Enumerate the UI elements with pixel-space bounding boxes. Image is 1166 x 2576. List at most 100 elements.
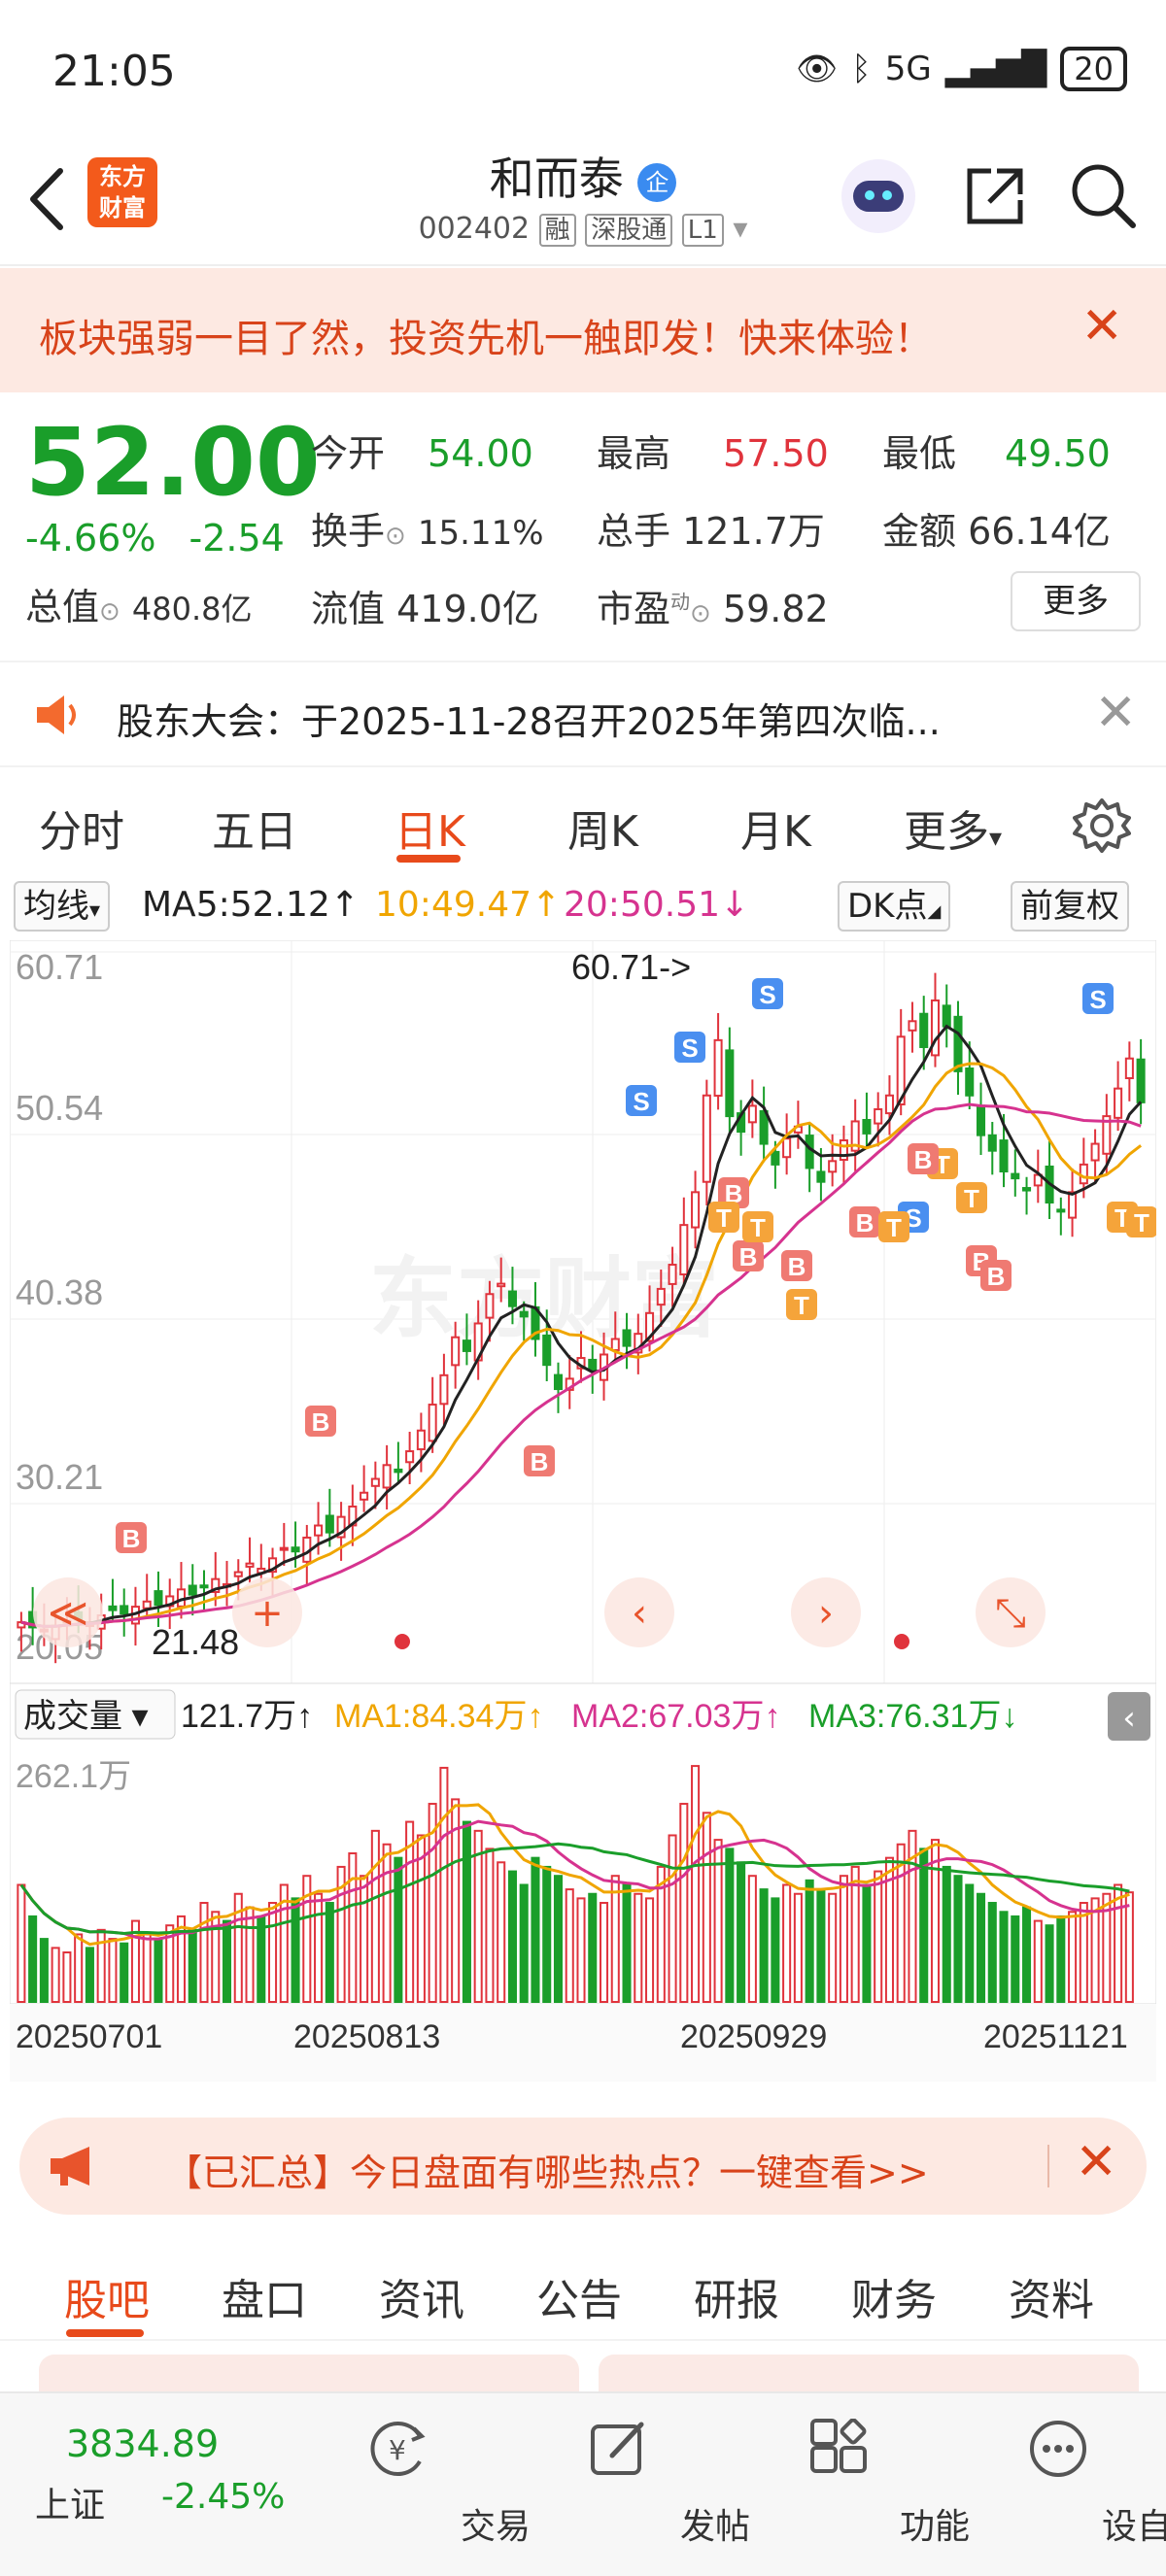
hotspot-banner[interactable]: 【已汇总】今日盘面有哪些热点？一键查看>> ✕ <box>19 2118 1147 2215</box>
candle <box>816 1170 826 1183</box>
ma10-value: 10:49.47↑ <box>375 885 562 925</box>
volume-bar <box>576 1897 586 2003</box>
candle <box>782 1137 792 1159</box>
eye-icon: 👁 <box>796 50 839 88</box>
date-label: 20250929 <box>680 2018 827 2055</box>
dk-point-button[interactable]: DK点◢ <box>838 881 951 932</box>
volume-bar <box>462 1820 471 2003</box>
volume-selector-label: 成交量 ▾ <box>23 1698 149 1735</box>
candle <box>805 1135 814 1169</box>
candle <box>279 1546 289 1551</box>
vol-ma3: MA3:76.31万↓ <box>808 1698 1017 1735</box>
ma-selector[interactable]: 均线▾ <box>14 881 111 932</box>
assistant-avatar[interactable] <box>841 159 915 233</box>
index-change: -2.45% <box>161 2477 286 2517</box>
close-icon[interactable]: ✕ <box>1080 297 1123 356</box>
share-icon[interactable] <box>962 163 1028 229</box>
dropdown-icon[interactable]: ▾ <box>733 212 747 246</box>
signal-label: B <box>788 1252 806 1281</box>
tab-monthly-k[interactable]: 月K <box>740 797 811 859</box>
candle <box>360 1491 369 1501</box>
volume-bar <box>725 1847 735 2004</box>
price-change: -4.66% -2.54 <box>25 517 285 559</box>
tab-forum[interactable]: 股吧 <box>64 2265 150 2327</box>
tab-more[interactable]: 更多▾ <box>904 797 1002 859</box>
candle <box>1124 1057 1134 1079</box>
signal-label: T <box>886 1213 902 1242</box>
tab-research[interactable]: 研报 <box>694 2265 779 2327</box>
tab-weekly-k[interactable]: 周K <box>567 797 638 859</box>
gear-icon[interactable] <box>1073 797 1131 855</box>
promo-banner[interactable]: 板块强弱一目了然，投资先机一触即发！快来体验！ ✕ <box>0 268 1166 392</box>
candle <box>462 1339 471 1352</box>
candle <box>771 1150 780 1166</box>
volume-bar <box>519 1883 529 2004</box>
low-field: 最低 49.50 <box>882 432 1111 475</box>
info-icon[interactable]: ⊙ <box>99 597 120 627</box>
volume-bar <box>610 1875 620 2003</box>
candle <box>976 1104 986 1136</box>
battery-icon: 20 <box>1060 47 1127 91</box>
signal-label: T <box>964 1184 979 1213</box>
info-icon[interactable]: ⊙ <box>690 599 711 628</box>
volume-bar <box>816 1888 826 2004</box>
post-card[interactable] <box>39 2355 579 2393</box>
period-tabs: 分时 五日 日K 周K 月K 更多▾ <box>0 777 1166 874</box>
bluetooth-icon: ᛒ <box>851 50 872 88</box>
notice-bar[interactable]: 股东大会：于2025-11-28召开2025年第四次临... ✕ <box>0 661 1166 767</box>
vol-ma1: MA1:84.34万↑ <box>334 1698 543 1735</box>
post-card[interactable] <box>599 2355 1139 2393</box>
tab-daily-k[interactable]: 日K <box>394 797 465 859</box>
stock-header: 东方 财富 和而泰 企 002402 融 深股通 L1 ▾ <box>0 136 1166 266</box>
search-icon[interactable] <box>1069 161 1137 229</box>
signal-label: B <box>122 1524 141 1553</box>
info-icon[interactable]: ⊙ <box>385 522 406 551</box>
index-value[interactable]: 3834.89 <box>66 2423 219 2465</box>
speaker-icon <box>37 695 76 734</box>
date-label: 20250701 <box>16 2018 162 2055</box>
signal-label: B <box>312 1407 330 1437</box>
min-price-marker: 21.48 <box>152 1622 239 1662</box>
turnover-field: 换手⊙ 15.11% <box>311 510 544 553</box>
tab-five-day[interactable]: 五日 <box>212 797 297 859</box>
max-price-marker: 60.71-> <box>571 947 691 987</box>
volume-bar <box>1011 1915 1020 2003</box>
bottom-nav: 3834.89 上证 -2.45% ¥ 交易 发帖 功能 设自 <box>0 2391 1166 2576</box>
kline-chart[interactable]: 东方财富60.7150.5440.3830.2120.0560.71->21.4… <box>10 940 1156 2096</box>
candle <box>553 1373 564 1391</box>
tab-news[interactable]: 资讯 <box>379 2265 464 2327</box>
more-quote-button[interactable]: 更多 <box>1011 571 1141 631</box>
last-price: 52.00 <box>25 408 321 517</box>
candle <box>919 1012 929 1048</box>
amount-field: 金额 66.14亿 <box>882 510 1111 553</box>
volume-bar <box>953 1875 963 2003</box>
volume-bar <box>1033 1919 1043 2004</box>
signal-label: T <box>794 1291 809 1320</box>
volume-bar <box>485 1847 495 2004</box>
tab-orderbook[interactable]: 盘口 <box>222 2265 307 2327</box>
candle <box>588 1358 598 1372</box>
volume-bar <box>17 1883 26 2004</box>
close-icon[interactable]: ✕ <box>1094 684 1137 742</box>
tab-intraday[interactable]: 分时 <box>39 797 124 859</box>
candle <box>416 1429 426 1451</box>
candle <box>507 1290 517 1307</box>
candle <box>394 1468 403 1474</box>
tab-profile[interactable]: 资料 <box>1009 2265 1094 2327</box>
promo-text: 板块强弱一目了然，投资先机一触即发！快来体验！ <box>39 317 933 361</box>
candle <box>942 1004 951 1028</box>
volume-bar <box>1045 1924 1054 2004</box>
candle <box>519 1310 529 1318</box>
candle <box>987 1134 997 1152</box>
candle <box>497 1282 506 1288</box>
close-icon[interactable]: ✕ <box>1075 2133 1117 2191</box>
candle <box>965 1068 975 1097</box>
candle <box>439 1373 449 1406</box>
tab-announcements[interactable]: 公告 <box>536 2265 622 2327</box>
volume-bar <box>39 1938 49 2003</box>
price-axis-label: 40.38 <box>16 1272 103 1312</box>
candle <box>485 1293 495 1319</box>
tab-financials[interactable]: 财务 <box>851 2265 937 2327</box>
volume-bar <box>565 1888 574 2004</box>
adjust-button[interactable]: 前复权 <box>1011 881 1129 932</box>
